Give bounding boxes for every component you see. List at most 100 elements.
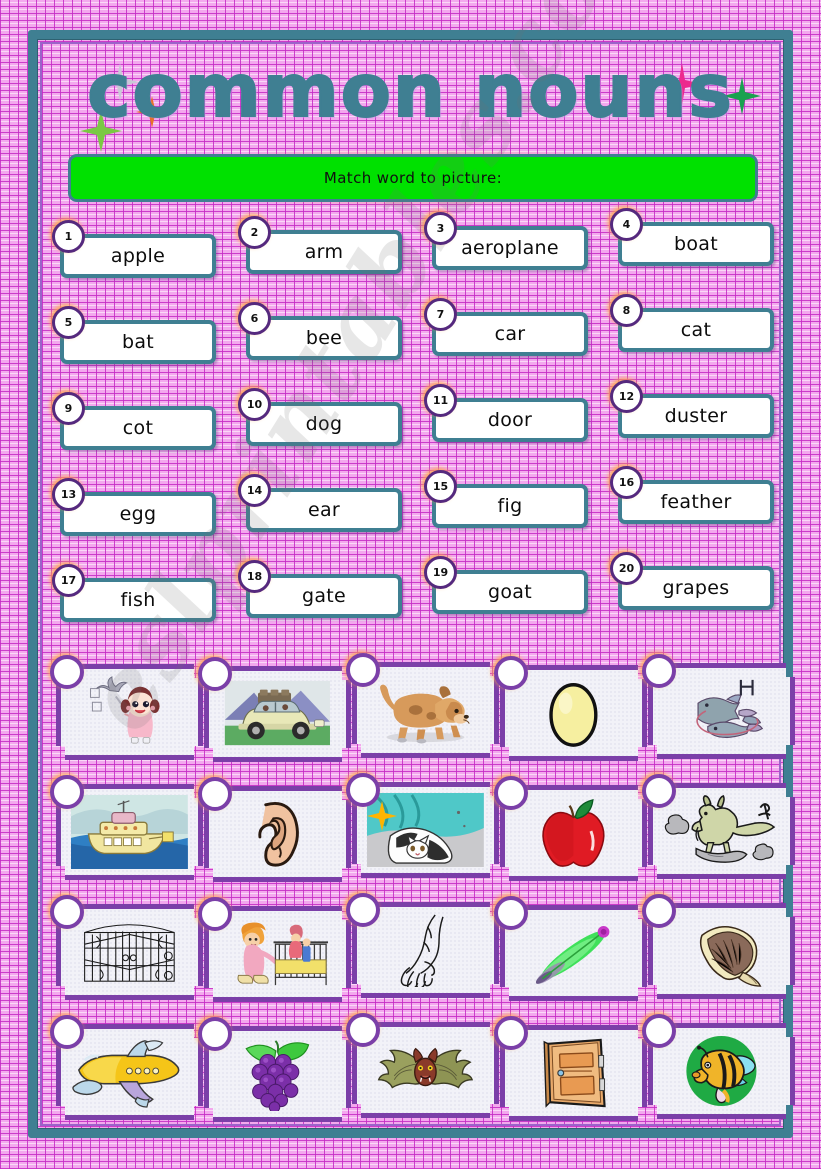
word-number: 20 (618, 562, 635, 575)
feather-picture-icon (515, 916, 633, 990)
word-card-car[interactable]: car 7 (424, 298, 588, 356)
word-number: 3 (436, 222, 445, 235)
picture-card-goat[interactable] (642, 774, 795, 879)
word-number: 15 (432, 480, 449, 493)
answer-circle[interactable] (494, 776, 528, 810)
picture-card-fish[interactable] (642, 654, 795, 759)
word-row: fish 17 gate 18 goat 19 grapes 20 (52, 552, 778, 652)
answer-circle[interactable] (50, 775, 84, 809)
picture-card-gate[interactable] (50, 895, 203, 1000)
word-label: egg (119, 503, 157, 525)
picture-row (50, 892, 795, 1012)
word-label: bee (305, 327, 343, 349)
word-card-duster[interactable]: duster 12 (610, 380, 774, 438)
goat-picture-icon (663, 794, 781, 868)
ear-picture-icon (219, 797, 337, 871)
answer-circle[interactable] (346, 653, 380, 687)
word-number: 1 (64, 230, 73, 243)
word-number: 4 (622, 218, 631, 231)
answer-circle[interactable] (346, 1013, 380, 1047)
word-card-fig[interactable]: fig 15 (424, 470, 588, 528)
word-number-badge: 7 (424, 298, 457, 331)
word-number-badge: 16 (610, 466, 643, 499)
word-card-goat[interactable]: goat 19 (424, 556, 588, 614)
instruction-banner: Match word to picture: (68, 154, 758, 202)
cat-picture-icon (367, 793, 485, 867)
dog-picture-icon (367, 673, 485, 747)
fish-picture-icon (663, 674, 781, 748)
answer-circle[interactable] (198, 777, 232, 811)
word-card-dog[interactable]: dog 10 (238, 388, 402, 446)
picture-card-grapes[interactable] (198, 1017, 351, 1122)
word-number: 5 (64, 316, 73, 329)
word-card-fish[interactable]: fish 17 (52, 564, 216, 622)
word-card-ear[interactable]: ear 14 (238, 474, 402, 532)
word-number-badge: 3 (424, 212, 457, 245)
picture-card-bat[interactable] (346, 1013, 499, 1118)
answer-circle[interactable] (494, 896, 528, 930)
word-label: goat (488, 581, 532, 603)
picture-card-cot[interactable] (198, 897, 351, 1002)
word-label: gate (301, 585, 347, 607)
word-card-grapes[interactable]: grapes 20 (610, 552, 774, 610)
answer-circle[interactable] (198, 1017, 232, 1051)
word-number-badge: 12 (610, 380, 643, 413)
word-card-feather[interactable]: feather 16 (610, 466, 774, 524)
word-card-boat[interactable]: boat 4 (610, 208, 774, 266)
word-label: feather (660, 491, 732, 513)
picture-card-arm[interactable] (346, 893, 499, 998)
picture-row (50, 772, 795, 892)
picture-card-door[interactable] (494, 1016, 647, 1121)
answer-circle[interactable] (346, 893, 380, 927)
word-label: apple (110, 245, 166, 267)
word-card-cot[interactable]: cot 9 (52, 392, 216, 450)
word-number: 12 (618, 390, 635, 403)
answer-circle[interactable] (50, 1015, 84, 1049)
picture-card-feather[interactable] (494, 896, 647, 1001)
answer-circle[interactable] (50, 655, 84, 689)
picture-card-egg[interactable] (494, 656, 647, 761)
answer-circle[interactable] (346, 773, 380, 807)
word-card-bat[interactable]: bat 5 (52, 306, 216, 364)
word-label: boat (674, 233, 718, 255)
word-card-gate[interactable]: gate 18 (238, 560, 402, 618)
picture-card-ear[interactable] (198, 777, 351, 882)
word-label: arm (304, 241, 344, 263)
picture-card-duster[interactable] (50, 655, 203, 760)
word-number: 9 (64, 402, 73, 415)
answer-circle[interactable] (198, 897, 232, 931)
answer-circle[interactable] (642, 774, 676, 808)
word-card-bee[interactable]: bee 6 (238, 302, 402, 360)
word-card-cat[interactable]: cat 8 (610, 294, 774, 352)
picture-card-aeroplane[interactable] (50, 1015, 203, 1120)
answer-circle[interactable] (198, 657, 232, 691)
answer-circle[interactable] (50, 895, 84, 929)
word-card-door[interactable]: door 11 (424, 384, 588, 442)
word-number: 13 (60, 488, 77, 501)
picture-card-boat[interactable] (50, 775, 203, 880)
worksheet-page: common nouns Match word to picture: appl… (0, 0, 821, 1169)
answer-circle[interactable] (494, 1016, 528, 1050)
answer-circle[interactable] (642, 654, 676, 688)
picture-row (50, 1012, 795, 1132)
word-number-badge: 19 (424, 556, 457, 589)
answer-circle[interactable] (642, 1014, 676, 1048)
word-card-aeroplane[interactable]: aeroplane 3 (424, 212, 588, 270)
picture-card-apple[interactable] (494, 776, 647, 881)
answer-circle[interactable] (642, 894, 676, 928)
picture-card-fig[interactable] (642, 894, 795, 999)
cot-picture-icon (219, 917, 337, 991)
picture-card-bee[interactable] (642, 1014, 795, 1119)
word-number: 17 (60, 574, 77, 587)
word-number: 10 (246, 398, 263, 411)
picture-card-cat[interactable] (346, 773, 499, 878)
picture-card-dog[interactable] (346, 653, 499, 758)
picture-card-car[interactable] (198, 657, 351, 762)
word-number-badge: 18 (238, 560, 271, 593)
word-card-egg[interactable]: egg 13 (52, 478, 216, 536)
answer-circle[interactable] (494, 656, 528, 690)
word-number: 2 (250, 226, 259, 239)
word-card-apple[interactable]: apple 1 (52, 220, 216, 278)
word-number-badge: 20 (610, 552, 643, 585)
word-card-arm[interactable]: arm 2 (238, 216, 402, 274)
